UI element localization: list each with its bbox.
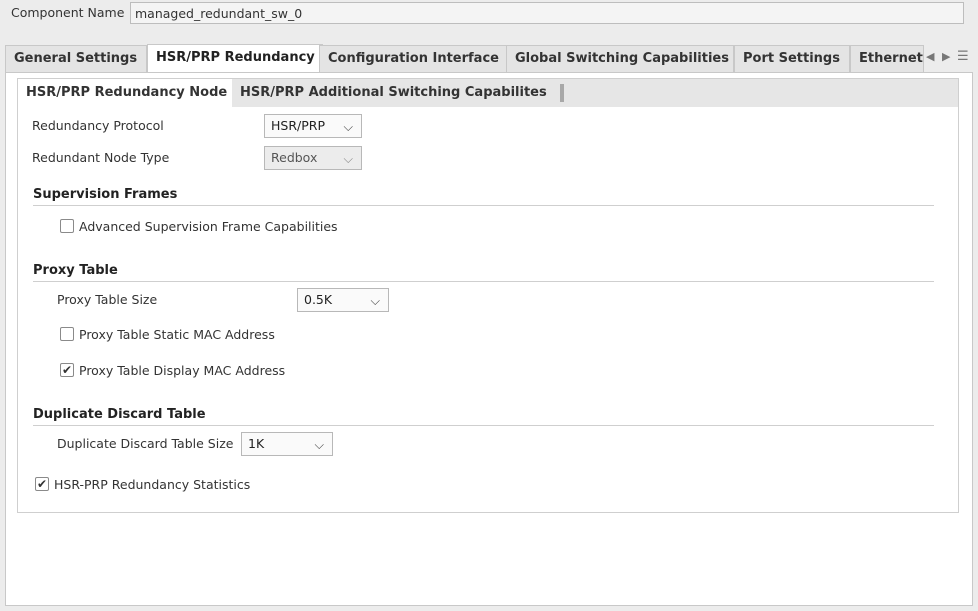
redundant-node-type-label: Redundant Node Type bbox=[32, 150, 170, 165]
duplicate-discard-size-select[interactable]: 1K ⌵ bbox=[241, 432, 333, 456]
chevron-down-icon: ⌵ bbox=[343, 151, 353, 166]
chevron-down-icon: ⌵ bbox=[343, 119, 353, 134]
proxy-static-mac-label: Proxy Table Static MAC Address bbox=[79, 327, 275, 342]
duplicate-discard-size-value: 1K bbox=[248, 436, 265, 451]
section-divider bbox=[33, 281, 934, 282]
tab-general-settings[interactable]: General Settings bbox=[5, 45, 147, 72]
tab-scroll-left-icon[interactable]: ◀ bbox=[926, 50, 934, 66]
redundancy-protocol-value: HSR/PRP bbox=[271, 118, 325, 133]
tab-hsr-prp-redundancy[interactable]: HSR/PRP Redundancy bbox=[147, 44, 323, 73]
supervision-frames-title: Supervision Frames bbox=[33, 187, 178, 202]
component-name-label: Component Name bbox=[11, 5, 125, 20]
redundancy-protocol-select[interactable]: HSR/PRP ⌵ bbox=[264, 114, 362, 138]
tab-ethernet[interactable]: Ethernet bbox=[850, 45, 924, 72]
advanced-supervision-checkbox[interactable] bbox=[60, 219, 74, 233]
inner-tab-bar: HSR/PRP Redundancy Node HSR/PRP Addition… bbox=[18, 79, 958, 107]
check-icon: ✔ bbox=[36, 477, 48, 491]
duplicate-discard-size-label: Duplicate Discard Table Size bbox=[57, 436, 234, 451]
proxy-table-size-value: 0.5K bbox=[304, 292, 333, 307]
tab-global-switching-capabilities[interactable]: Global Switching Capabilities bbox=[506, 45, 734, 72]
component-name-field[interactable] bbox=[130, 2, 964, 24]
redundancy-statistics-label: HSR-PRP Redundancy Statistics bbox=[54, 477, 251, 492]
proxy-display-mac-checkbox[interactable]: ✔ bbox=[60, 363, 74, 377]
proxy-table-size-select[interactable]: 0.5K ⌵ bbox=[297, 288, 389, 312]
proxy-static-mac-checkbox[interactable] bbox=[60, 327, 74, 341]
proxy-table-size-label: Proxy Table Size bbox=[57, 292, 158, 307]
outer-tab-bar: General Settings HSR/PRP Redundancy Conf… bbox=[5, 44, 973, 73]
proxy-display-mac-label: Proxy Table Display MAC Address bbox=[79, 363, 286, 378]
redundant-node-type-select[interactable]: Redbox ⌵ bbox=[264, 146, 362, 170]
duplicate-discard-title: Duplicate Discard Table bbox=[33, 407, 206, 422]
tab-scroll-right-icon[interactable]: ▶ bbox=[942, 50, 950, 66]
redundant-node-type-value: Redbox bbox=[271, 150, 318, 165]
tab-configuration-interface[interactable]: Configuration Interface bbox=[319, 45, 507, 72]
advanced-supervision-label: Advanced Supervision Frame Capabilities bbox=[79, 219, 338, 234]
section-divider bbox=[33, 425, 934, 426]
chevron-down-icon: ⌵ bbox=[370, 293, 380, 308]
tab-list-menu-icon[interactable]: ☰ bbox=[957, 49, 969, 65]
chevron-down-icon: ⌵ bbox=[314, 437, 324, 452]
section-divider bbox=[33, 205, 934, 206]
check-icon: ✔ bbox=[61, 363, 73, 377]
tab-port-settings[interactable]: Port Settings bbox=[734, 45, 850, 72]
tab-divider bbox=[560, 84, 564, 102]
redundancy-statistics-checkbox[interactable]: ✔ bbox=[35, 477, 49, 491]
redundancy-protocol-label: Redundancy Protocol bbox=[32, 118, 164, 133]
tab-hsr-prp-redundancy-node[interactable]: HSR/PRP Redundancy Node bbox=[18, 79, 232, 107]
proxy-table-title: Proxy Table bbox=[33, 263, 118, 278]
tab-hsr-prp-additional-switching[interactable]: HSR/PRP Additional Switching Capabilites bbox=[232, 79, 558, 107]
